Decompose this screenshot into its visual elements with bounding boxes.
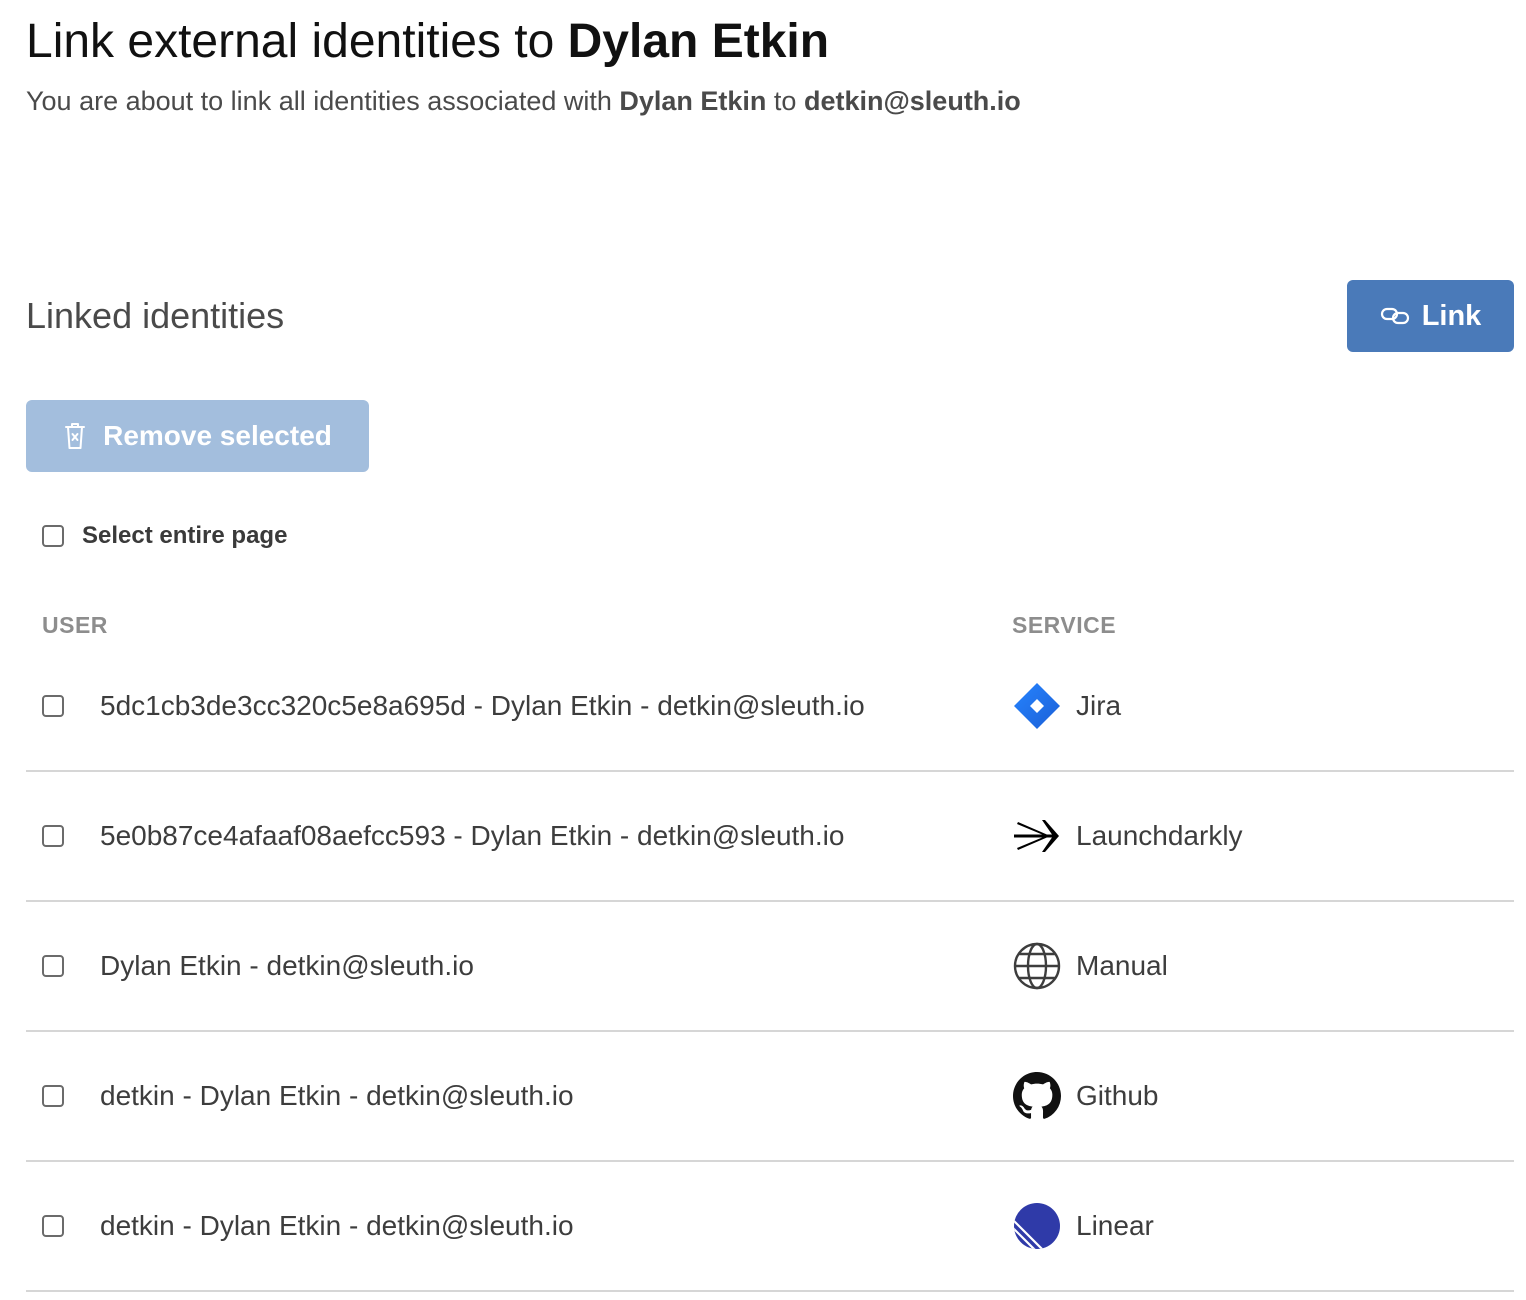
select-entire-page[interactable]: Select entire page	[42, 522, 287, 550]
row-user: Dylan Etkin - detkin@sleuth.io	[100, 950, 474, 981]
page-title-prefix: Link external identities to	[26, 15, 568, 68]
link-button-label: Link	[1421, 299, 1482, 332]
row-checkbox[interactable]	[42, 1215, 64, 1237]
jira-icon	[1012, 681, 1062, 731]
row-service: Linear	[1012, 1201, 1154, 1251]
table-row: detkin - Dylan Etkin - detkin@sleuth.io …	[26, 1162, 1514, 1292]
column-header-service: SERVICE	[1012, 612, 1117, 638]
row-user: 5e0b87ce4afaaf08aefcc593 - Dylan Etkin -…	[100, 820, 845, 851]
table-row: detkin - Dylan Etkin - detkin@sleuth.io …	[26, 1032, 1514, 1162]
subtitle-email: detkin@sleuth.io	[803, 86, 1021, 116]
table-row: 5dc1cb3de3cc320c5e8a695d - Dylan Etkin -…	[26, 642, 1514, 772]
subtitle-connector: to	[766, 86, 804, 116]
trash-icon	[63, 421, 87, 451]
row-service: Launchdarkly	[1012, 811, 1243, 861]
link-icon	[1380, 306, 1410, 326]
row-checkbox[interactable]	[42, 1085, 64, 1107]
row-service: Jira	[1012, 681, 1121, 731]
row-service-name: Manual	[1076, 950, 1168, 981]
launchdarkly-icon	[1012, 811, 1062, 861]
globe-icon	[1012, 941, 1062, 991]
row-service: Manual	[1012, 941, 1168, 991]
select-entire-page-checkbox[interactable]	[42, 525, 64, 547]
remove-selected-button[interactable]: Remove selected	[26, 400, 369, 472]
select-entire-page-label: Select entire page	[82, 522, 288, 549]
link-button[interactable]: Link	[1347, 280, 1514, 352]
row-service-name: Launchdarkly	[1076, 820, 1243, 851]
page-subtitle: You are about to link all identities ass…	[26, 82, 1021, 120]
linear-icon	[1012, 1201, 1062, 1251]
row-service-name: Linear	[1076, 1210, 1154, 1241]
remove-selected-label: Remove selected	[103, 420, 332, 451]
subtitle-user-name: Dylan Etkin	[619, 86, 767, 116]
column-header-user: USER	[42, 612, 108, 638]
row-service-name: Github	[1076, 1080, 1159, 1111]
row-service-name: Jira	[1076, 690, 1122, 721]
row-user: detkin - Dylan Etkin - detkin@sleuth.io	[100, 1210, 574, 1241]
row-user: detkin - Dylan Etkin - detkin@sleuth.io	[100, 1080, 574, 1111]
row-service: Github	[1012, 1071, 1159, 1121]
row-checkbox[interactable]	[42, 695, 64, 717]
github-icon	[1012, 1071, 1062, 1121]
section-title: Linked identities	[26, 295, 285, 336]
subtitle-prefix: You are about to link all identities ass…	[26, 86, 620, 116]
table-row: 5e0b87ce4afaaf08aefcc593 - Dylan Etkin -…	[26, 772, 1514, 902]
table-row: Dylan Etkin - detkin@sleuth.io Manual	[26, 902, 1514, 1032]
row-checkbox[interactable]	[42, 825, 64, 847]
row-checkbox[interactable]	[42, 955, 64, 977]
row-user: 5dc1cb3de3cc320c5e8a695d - Dylan Etkin -…	[100, 690, 865, 721]
page-title: Link external identities to Dylan Etkin	[26, 12, 829, 72]
page-title-user-name: Dylan Etkin	[567, 15, 830, 68]
